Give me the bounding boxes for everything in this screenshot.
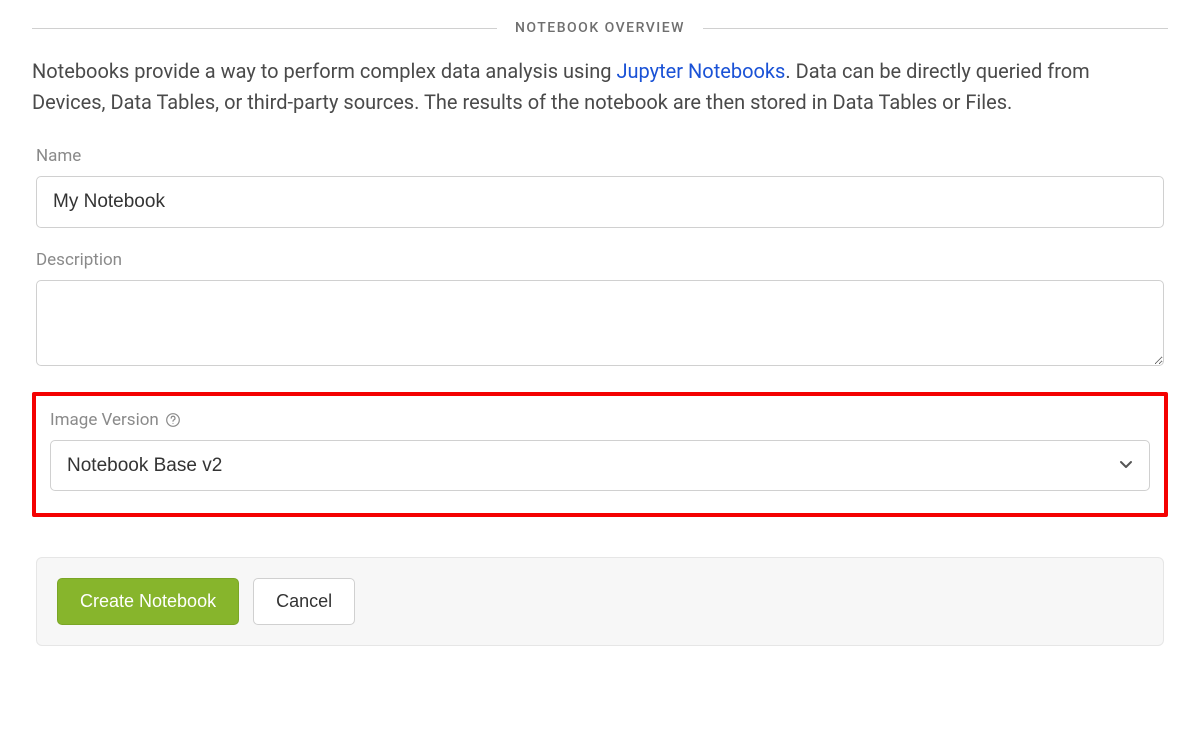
overview-description: Notebooks provide a way to perform compl… bbox=[32, 56, 1168, 118]
section-title: NOTEBOOK OVERVIEW bbox=[497, 20, 703, 36]
image-version-highlight: Image Version Notebook Base v2 bbox=[32, 392, 1168, 517]
cancel-button[interactable]: Cancel bbox=[253, 578, 355, 625]
jupyter-notebooks-link[interactable]: Jupyter Notebooks bbox=[616, 59, 785, 83]
divider-line-right bbox=[703, 28, 1168, 29]
image-version-label-text: Image Version bbox=[50, 410, 159, 430]
create-notebook-button[interactable]: Create Notebook bbox=[57, 578, 239, 625]
intro-text-before: Notebooks provide a way to perform compl… bbox=[32, 59, 616, 83]
name-field-group: Name bbox=[32, 146, 1168, 228]
description-label: Description bbox=[36, 250, 1164, 270]
image-version-label: Image Version bbox=[50, 410, 1150, 430]
divider-line-left bbox=[32, 28, 497, 29]
name-input[interactable] bbox=[36, 176, 1164, 228]
image-version-field-group: Image Version Notebook Base v2 bbox=[46, 410, 1154, 491]
image-version-select-wrapper: Notebook Base v2 bbox=[50, 440, 1150, 491]
description-field-group: Description bbox=[32, 250, 1168, 370]
name-label: Name bbox=[36, 146, 1164, 166]
description-input[interactable] bbox=[36, 280, 1164, 366]
help-icon[interactable] bbox=[165, 412, 181, 428]
section-header: NOTEBOOK OVERVIEW bbox=[32, 20, 1168, 36]
action-button-bar: Create Notebook Cancel bbox=[36, 557, 1164, 646]
image-version-select[interactable]: Notebook Base v2 bbox=[50, 440, 1150, 491]
